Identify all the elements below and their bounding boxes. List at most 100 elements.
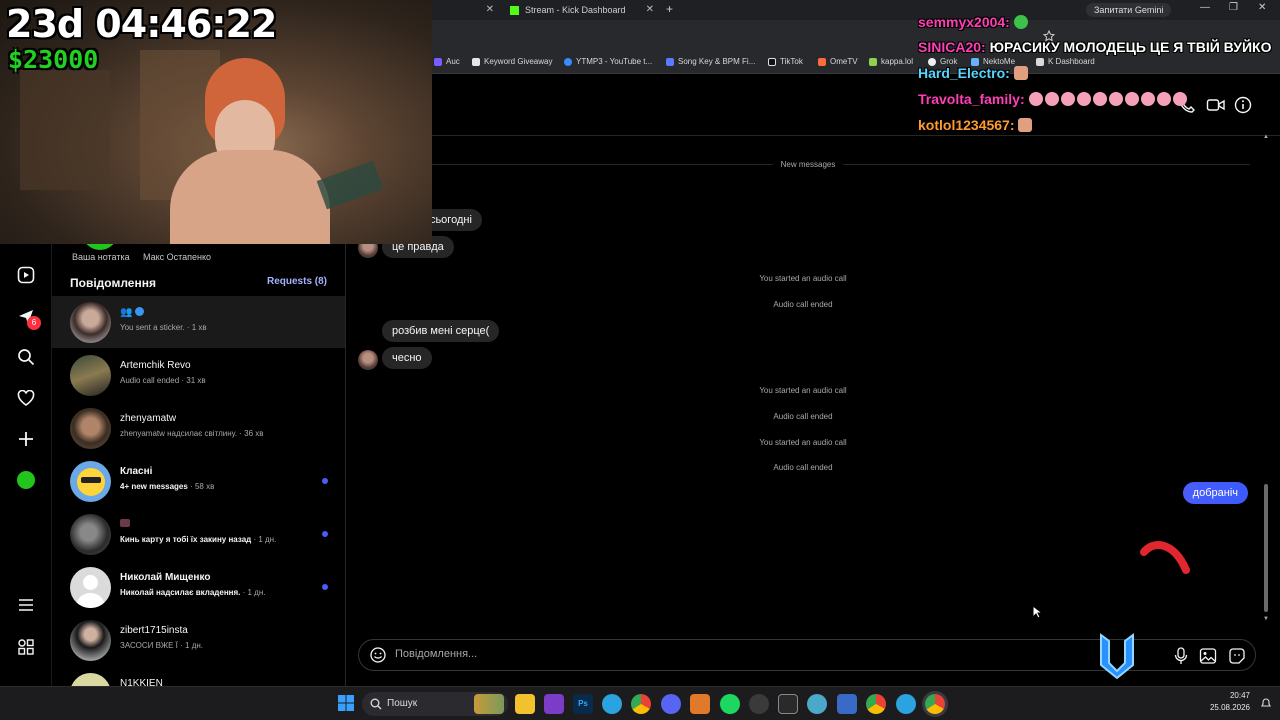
conversation-row[interactable]: 👥 You sent a sticker. · 1 хв [52,296,345,348]
sticker-icon[interactable] [1228,647,1246,665]
chat-scrollbar[interactable]: ▲ ▼ [1262,134,1270,624]
menu-icon[interactable] [14,593,38,617]
chat-username: semmyx2004: [918,14,1010,30]
heart-icon[interactable] [14,386,38,410]
avatar [70,673,111,686]
unread-dot [322,531,328,537]
chrome-icon[interactable] [925,694,945,714]
conversation-row[interactable]: zhenyamatw zhenyamatw надсилає світлину.… [52,402,345,454]
clock-date: 25.08.2026 [1209,703,1250,712]
conversation-row[interactable]: zibert1715insta ЗАСОСИ ВЖЕ Ї · 1 дн. [52,614,345,666]
reels-icon[interactable] [14,263,38,287]
webcam-overlay: 23d 04:46:22 $23000 [0,0,432,244]
message-input[interactable]: Повідомлення... [395,648,477,660]
image-icon[interactable] [1199,647,1217,665]
bookmark-keyword-giveaway[interactable]: Keyword Giveaway [472,57,552,66]
conversation-preview: Кинь карту я тобі їх закину назад · 1 дн… [120,535,277,544]
profile-avatar[interactable] [14,468,38,492]
create-icon[interactable] [14,427,38,451]
chat-line: SINICA20: ЮРАСИКУ МОЛОДЕЦЬ ЦЕ Я ТВІЙ ВУЙ… [918,39,1271,55]
tiktok-icon [768,57,776,66]
conversation-row[interactable]: N1KKIEN [52,667,345,686]
requests-link[interactable]: Requests (8) [267,276,327,287]
notifications-icon[interactable] [1260,697,1272,709]
bookmark-icon [818,57,826,66]
avatar [70,461,111,502]
chrome-icon[interactable] [866,694,886,714]
chat-username: SINICA20: [918,39,986,55]
chrome-icon[interactable] [631,694,651,714]
conversation-name: 👥 [120,307,145,318]
conversation-name: zhenyamatw [120,413,177,424]
green-face-emote-icon [1013,15,1028,29]
mouse-cursor-icon [1032,605,1042,619]
spotify-icon[interactable] [720,694,740,714]
kick-chat-overlay: semmyx2004: SINICA20: ЮРАСИКУ МОЛОДЕЦЬ Ц… [912,0,1272,140]
conversation-name: N1KKIEN [120,678,163,686]
bookmark-ytmp3[interactable]: YTMP3 - YouTube t... [564,57,652,66]
heart-sticker-icon [1140,541,1190,574]
system-message: You started an audio call [759,386,847,395]
new-tab-icon[interactable]: + [666,2,673,16]
search-icon[interactable] [14,345,38,369]
bookmark-song-key[interactable]: Song Key & BPM Fi... [666,57,755,66]
messages-heading: Повідомлення [70,276,156,290]
message-bubble-incoming: чесно [382,347,432,369]
conversation-row[interactable]: Николай Мищенко Николай надсилає вкладен… [52,561,345,613]
bookmark-kappa[interactable]: kappa.lol [869,57,913,66]
conversation-name: zibert1715insta [120,625,188,636]
conversation-row[interactable]: Кинь карту я тобі їх закину назад · 1 дн… [52,508,345,560]
avatar [70,302,111,343]
windows-start-icon[interactable] [337,694,355,712]
taskbar: Пошук Ps 20:47 25.08.2026 [0,686,1280,720]
conversation-preview: You sent a sticker. · 1 хв [120,323,207,332]
discord-icon[interactable] [661,694,681,714]
close-icon[interactable]: ✕ [646,4,654,15]
bookmark-label: YTMP3 - YouTube t... [576,57,653,66]
bookmark-label: Song Key & BPM Fi... [678,57,756,66]
bookmark-label: Keyword Giveaway [484,57,553,66]
conversation-name: Николай Мищенко [120,572,211,583]
avatar [70,355,111,396]
stream-timer: 23d 04:46:22 [6,2,277,46]
conversation-row[interactable]: Artemchik Revo Audio call ended · 31 хв [52,349,345,401]
emoji-icon[interactable] [370,647,386,663]
bookmark-icon [666,57,674,66]
note-label: Макс Остапенко [143,252,212,262]
new-messages-label: New messages [346,160,1270,169]
bookmark-ometv[interactable]: OmeTV [818,57,858,66]
app-icon[interactable] [544,694,564,714]
browser-tab-kick[interactable]: Stream - Kick Dashboard ✕ [504,1,658,19]
conversation-preview: Audio call ended · 31 хв [120,376,206,385]
telegram-icon[interactable] [602,694,622,714]
file-explorer-icon[interactable] [515,694,535,714]
app-icon[interactable] [778,694,798,714]
app-icon[interactable] [749,694,769,714]
avatar [70,620,111,661]
bookmark-tiktok[interactable]: TikTok [768,57,803,66]
search-highlight-icon [474,694,504,714]
photoshop-icon[interactable]: Ps [573,694,593,714]
message-bubble-incoming: розбив мені серце( [382,320,500,342]
bookmark-auc[interactable]: Auc [434,57,460,66]
apps-icon[interactable] [14,635,38,659]
chat-line: Hard_Electro: [918,65,1030,81]
browser-tab-previous[interactable]: ✕ [432,1,498,19]
conversation-row[interactable]: Класні 4+ new messages · 58 хв [52,455,345,507]
app-icon[interactable] [837,694,857,714]
stream-money: $23000 [8,45,99,74]
bookmark-icon [869,57,877,66]
chat-line: semmyx2004: [918,14,1030,30]
hand-emote-icon [1013,66,1028,80]
chat-username: Hard_Electro: [918,65,1010,81]
close-icon[interactable]: ✕ [486,4,494,15]
taskbar-search[interactable]: Пошук [362,692,508,716]
system-message: Audio call ended [773,412,833,421]
conversation-preview: Николай надсилає вкладення. · 1 дн. [120,588,266,597]
system-clock[interactable]: 20:47 25.08.2026 [1210,690,1250,714]
microphone-icon[interactable] [1174,647,1188,665]
telegram-icon[interactable] [896,694,916,714]
app-icon[interactable] [807,694,827,714]
app-icon[interactable] [690,694,710,714]
system-message: You started an audio call [759,274,847,283]
